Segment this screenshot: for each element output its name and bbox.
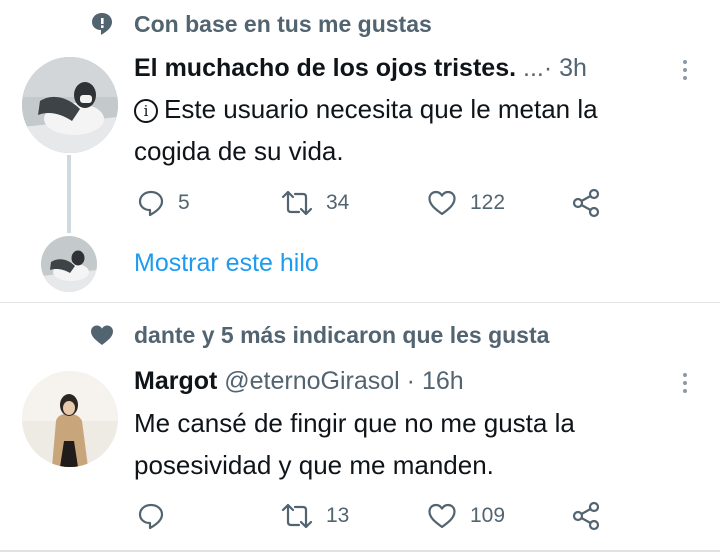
speech-bubble-icon	[88, 10, 116, 38]
reply-icon	[138, 190, 164, 217]
tweet-2[interactable]: dante y 5 más indicaron que les gusta Ma…	[0, 303, 720, 558]
tweet-header: Margot @eternoGirasol · 16h	[134, 367, 464, 396]
retweet-button[interactable]: 34	[280, 185, 349, 221]
retweet-icon	[281, 190, 313, 216]
retweet-count: 34	[326, 191, 350, 214]
like-count: 109	[470, 504, 506, 527]
author-meta[interactable]: ...· 3h	[516, 54, 587, 82]
tweet-text-line-1: Este usuario necesita que le metan la	[164, 94, 598, 124]
tweet-text-line-1: Me cansé de fingir que no me gusta la	[134, 408, 575, 438]
reply-count: 5	[178, 191, 190, 214]
author-name[interactable]: El muchacho de los ojos tristes.	[134, 54, 516, 82]
tweet-text: i Este usuario necesita que le metan la c…	[134, 88, 704, 172]
show-thread-link[interactable]: Mostrar este hilo	[134, 249, 319, 278]
tweet-text-line-2: cogida de su vida.	[134, 136, 344, 166]
reply-button[interactable]	[136, 498, 178, 534]
author-name[interactable]: Margot	[134, 367, 217, 395]
action-bar: 5 34 122	[0, 185, 720, 221]
retweet-icon	[281, 503, 313, 529]
more-options-icon[interactable]	[678, 60, 692, 90]
tweet-text: Me cansé de fingir que no me gusta la po…	[134, 402, 704, 486]
heart-filled-icon	[88, 321, 116, 349]
more-options-icon[interactable]	[678, 373, 692, 403]
heart-icon	[428, 503, 456, 529]
retweet-count: 13	[326, 504, 350, 527]
social-context-text: dante y 5 más indicaron que les gusta	[134, 321, 550, 348]
share-icon	[572, 188, 600, 218]
avatar[interactable]	[22, 371, 118, 467]
reply-button[interactable]: 5	[136, 185, 190, 221]
retweet-button[interactable]: 13	[280, 498, 349, 534]
reply-icon	[138, 503, 164, 530]
like-count: 122	[470, 191, 506, 214]
divider	[0, 550, 720, 552]
share-icon	[572, 501, 600, 531]
social-context-text: Con base en tus me gustas	[134, 10, 432, 37]
action-bar: 13 109	[0, 498, 720, 534]
share-button[interactable]	[570, 185, 602, 221]
tweet-1[interactable]: Con base en tus me gustas El muchacho de…	[0, 0, 720, 302]
thread-avatar[interactable]	[41, 236, 97, 292]
author-meta[interactable]: @eternoGirasol · 16h	[217, 367, 463, 395]
info-icon: i	[134, 99, 158, 123]
share-button[interactable]	[570, 498, 602, 534]
avatar[interactable]	[22, 57, 118, 153]
like-button[interactable]: 122	[426, 185, 505, 221]
like-button[interactable]: 109	[426, 498, 505, 534]
tweet-text-line-2: posesividad y que me manden.	[134, 450, 494, 480]
heart-icon	[428, 190, 456, 216]
tweet-header: El muchacho de los ojos tristes. ...· 3h	[134, 54, 587, 83]
